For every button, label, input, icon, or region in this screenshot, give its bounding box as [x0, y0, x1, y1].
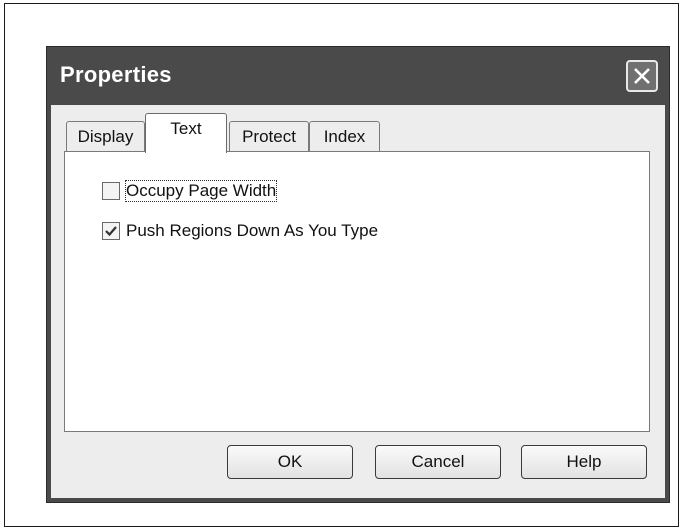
- occupy-page-width-checkbox[interactable]: Occupy Page Width: [102, 180, 278, 202]
- tab-label: Index: [323, 127, 366, 146]
- tab-index[interactable]: Index: [309, 121, 380, 153]
- button-label: Help: [566, 452, 602, 471]
- push-regions-down-checkbox[interactable]: Push Regions Down As You Type: [102, 220, 378, 242]
- checkbox-unchecked[interactable]: [102, 182, 120, 200]
- checkbox-label: Push Regions Down As You Type: [126, 221, 379, 240]
- tab-protect[interactable]: Protect: [229, 121, 309, 153]
- checkbox-checked[interactable]: [102, 222, 120, 240]
- tab-label: Display: [77, 127, 134, 146]
- tab-display[interactable]: Display: [66, 121, 145, 153]
- cancel-button[interactable]: Cancel: [375, 445, 501, 479]
- tab-label: Text: [170, 119, 202, 138]
- title-bar[interactable]: Properties: [47, 47, 669, 105]
- button-label: OK: [277, 452, 303, 471]
- help-button[interactable]: Help: [521, 445, 647, 479]
- tab-panel-text: Occupy Page Width Push Regions Down As Y…: [64, 151, 650, 432]
- tab-label: Protect: [242, 127, 296, 146]
- figure-frame: Properties Display Text Protect Index Oc…: [4, 3, 679, 527]
- checkmark-icon: [105, 226, 117, 237]
- dialog-client-area: Display Text Protect Index Occupy Page W…: [51, 105, 665, 498]
- close-icon: [634, 68, 650, 84]
- checkbox-label: Occupy Page Width: [124, 180, 278, 202]
- properties-dialog: Properties Display Text Protect Index Oc…: [46, 46, 670, 503]
- tab-text[interactable]: Text: [145, 113, 227, 153]
- close-button[interactable]: [626, 60, 658, 92]
- dialog-title: Properties: [60, 62, 172, 87]
- ok-button[interactable]: OK: [227, 445, 353, 479]
- button-label: Cancel: [411, 452, 465, 471]
